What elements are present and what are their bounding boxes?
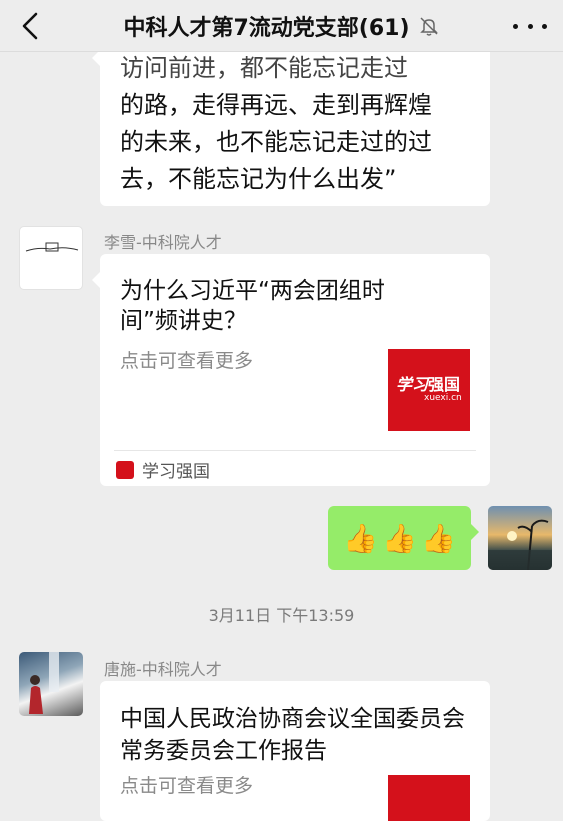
sender-name: 唐施-中科院人才 [104,660,222,679]
card-source: 学习强国 [116,457,210,482]
message-line: 的路，走得再远、走到再辉煌 [120,91,432,119]
person-snow-photo-icon [29,652,59,714]
sunset-photo-icon [488,519,552,570]
bell-muted-icon [419,17,438,36]
message-bubble-text[interactable]: 访问前进，都不能忘记走过 的路，走得再远、走到再辉煌 的未来，也不能忘记走过的过… [92,32,490,206]
thumbs-up-emoji: 👍 [420,521,456,555]
message-bubble-self[interactable]: 👍 👍 👍 [328,506,479,570]
message-line: 访问前进，都不能忘记走过 [120,54,408,82]
avatar-self[interactable] [488,506,552,570]
xuexi-app-icon [116,460,134,479]
card-divider [114,450,476,451]
chevron-left-icon [22,12,38,40]
card-thumbnail [388,775,470,821]
chat-title: 中科人才第7流动党支部(61) [123,16,410,41]
sender-name: 李雪-中科院人才 [104,233,222,252]
avatar-tangshi[interactable] [19,652,83,716]
card-title: 为什么习近平“两会团组时间”频讲史？ [120,278,385,334]
avatar-lixue[interactable] [19,226,83,290]
card-description: 点击可查看更多 [120,775,254,797]
xuexi-logo-icon: 学习强国 [396,375,461,394]
timestamp: 3月11日 下午13:59 [208,606,355,625]
link-card[interactable]: 为什么习近平“两会团组时间”频讲史？ 点击可查看更多 学习强国 xuexi.cn… [92,254,490,486]
more-dots-icon [513,23,518,29]
message-line: 去，不能忘记为什么出发” [120,165,397,193]
thumbs-up-emoji: 👍 [343,521,379,555]
card-description: 点击可查看更多 [120,350,254,372]
message-line: 的未来，也不能忘记走过的过 [120,128,432,156]
sketch-avatar-icon [25,242,79,252]
card-title: 中国人民政治协商会议全国委员会常务委员会工作报告 [120,706,465,764]
chat-header: 中科人才第7流动党支部(61) [0,0,563,52]
thumbs-up-emoji: 👍 [382,521,417,555]
more-button[interactable] [513,12,547,40]
link-card[interactable]: 中国人民政治协商会议全国委员会常务委员会工作报告 点击可查看更多 [100,681,490,821]
card-thumbnail: 学习强国 xuexi.cn [388,349,470,431]
thumb-url: xuexi.cn [424,393,462,403]
back-button[interactable] [14,10,48,42]
